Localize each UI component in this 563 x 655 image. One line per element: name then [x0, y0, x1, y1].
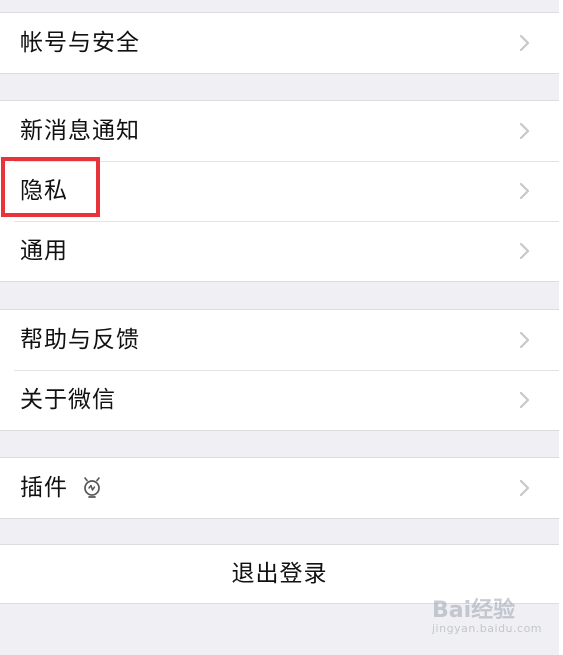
- settings-item-help-feedback[interactable]: 帮助与反馈: [0, 310, 559, 370]
- settings-item-label: 帐号与安全: [20, 30, 140, 56]
- settings-item-label: 关于微信: [20, 387, 116, 413]
- watermark-brand-text: Bai经验: [432, 598, 516, 623]
- settings-item-about-wechat[interactable]: 关于微信: [0, 370, 559, 430]
- settings-item-account-security[interactable]: 帐号与安全: [0, 13, 559, 73]
- settings-group-account: 帐号与安全: [0, 12, 559, 74]
- chevron-right-icon: [519, 182, 530, 200]
- chevron-right-icon: [519, 391, 530, 409]
- chevron-right-icon: [519, 242, 530, 260]
- chevron-right-icon: [519, 479, 530, 497]
- chevron-right-icon: [519, 331, 530, 349]
- highlight-box: [1, 157, 100, 217]
- chevron-right-icon: [519, 34, 530, 52]
- settings-item-general[interactable]: 通用: [0, 221, 559, 281]
- settings-item-notifications[interactable]: 新消息通知: [0, 101, 559, 161]
- right-edge: [559, 0, 563, 655]
- lightbulb-icon: [84, 477, 100, 498]
- baidu-jingyan-watermark: Bai经验 jingyan.baidu.com: [432, 592, 542, 638]
- watermark-url-text: jingyan.baidu.com: [432, 622, 543, 635]
- chevron-right-icon: [519, 122, 530, 140]
- settings-screen: 帐号与安全 新消息通知 隐私 通用 帮助与反馈 关于微信 插件 退出登录 Bai…: [0, 0, 559, 655]
- settings-item-label: 新消息通知: [20, 118, 140, 144]
- settings-item-label: 帮助与反馈: [20, 327, 140, 353]
- settings-group-about: 帮助与反馈 关于微信: [0, 309, 559, 431]
- settings-item-plugins[interactable]: 插件: [0, 458, 559, 518]
- settings-item-label: 通用: [20, 238, 68, 264]
- settings-group-plugins: 插件: [0, 457, 559, 519]
- settings-item-label: 插件: [20, 475, 68, 501]
